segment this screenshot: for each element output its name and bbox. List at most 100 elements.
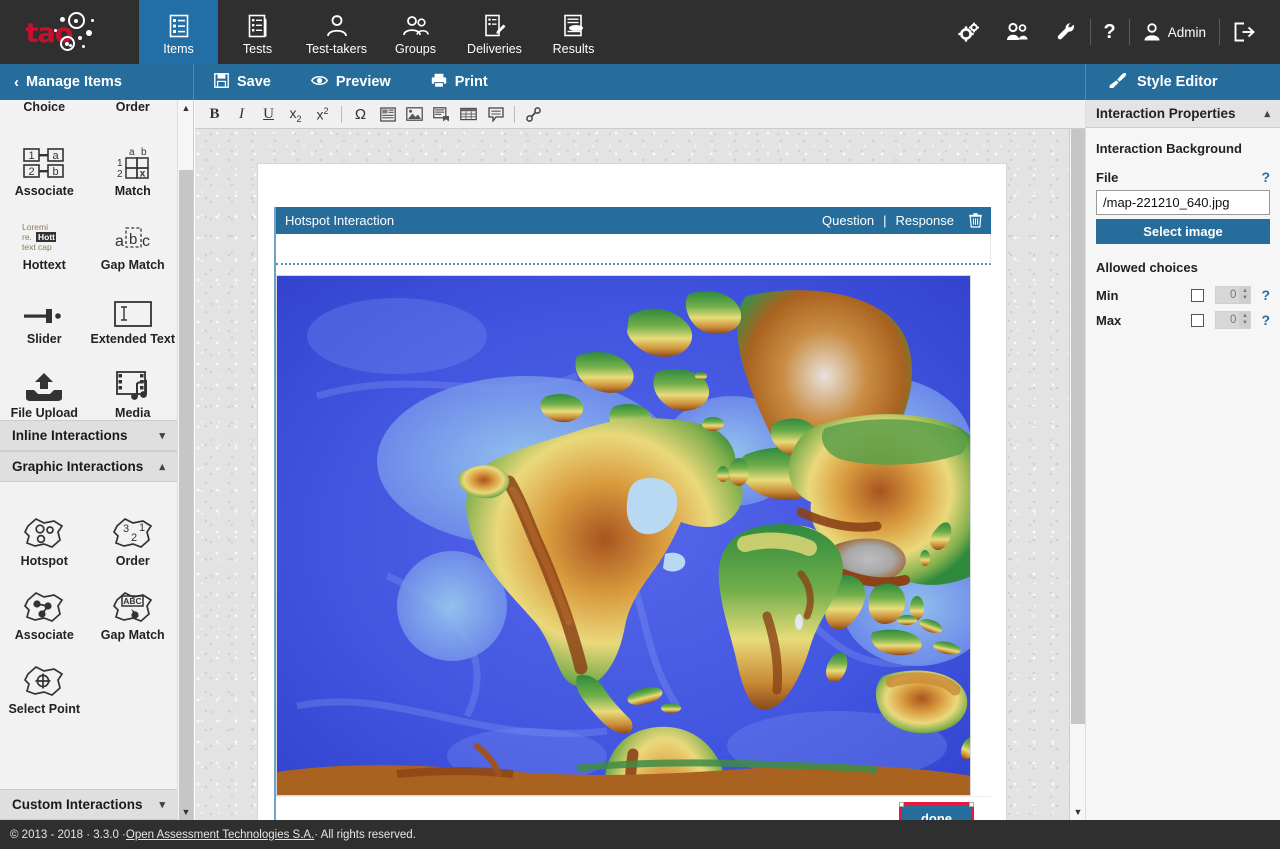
nav-tab-deliveries-label: Deliveries <box>467 42 522 56</box>
max-help-question-icon[interactable]: ? <box>1261 312 1270 328</box>
interaction-prompt-area[interactable] <box>276 234 991 265</box>
print-button[interactable]: Print <box>411 64 508 100</box>
max-checkbox[interactable] <box>1191 314 1204 327</box>
special-character-button[interactable]: Ω <box>347 102 374 126</box>
style-editor-button[interactable]: Style Editor <box>1085 64 1280 100</box>
svg-text:re.: re. <box>22 232 32 242</box>
tests-list-icon <box>248 13 268 39</box>
max-stepper-arrows[interactable]: ▲▼ <box>1239 312 1250 328</box>
library-item-graphic-gap-match[interactable]: ABC Gap Match <box>89 568 178 642</box>
min-stepper[interactable]: 0 ▲▼ <box>1215 286 1252 304</box>
save-button[interactable]: Save <box>194 64 291 100</box>
user-menu[interactable]: Admin <box>1130 0 1219 64</box>
help-question-icon[interactable]: ? <box>1091 0 1129 64</box>
canvas-scrollbar-thumb[interactable] <box>1071 129 1085 724</box>
nav-tab-items-label: Items <box>163 42 194 56</box>
library-item-graphic-gap-match-label: Gap Match <box>101 628 165 642</box>
sidebar-section-inline-interactions[interactable]: Inline Interactions ▾ <box>0 420 177 451</box>
image-icon[interactable] <box>401 102 428 126</box>
media-icon[interactable] <box>428 102 455 126</box>
user-name-label: Admin <box>1168 25 1206 40</box>
table-icon[interactable] <box>455 102 482 126</box>
sidebar-scrollbar-thumb[interactable] <box>179 170 193 820</box>
eye-icon <box>311 74 328 91</box>
user-roles-icon[interactable] <box>993 0 1043 64</box>
library-item-graphic-hotspot[interactable]: Hotspot <box>0 494 89 568</box>
preview-button[interactable]: Preview <box>291 64 411 100</box>
back-to-manage-items-button[interactable]: ‹ Manage Items <box>0 64 194 100</box>
page-footer: © 2013 - 2018 · 3.3.0 · Open Assessment … <box>0 820 1280 849</box>
min-checkbox[interactable] <box>1191 289 1204 302</box>
library-item-associate[interactable]: 1a2b Associate <box>0 124 89 198</box>
chevron-up-icon: ▴ <box>159 460 165 473</box>
scroll-up-arrow-icon[interactable]: ▲ <box>178 100 194 116</box>
interaction-properties-header[interactable]: Interaction Properties ▴ <box>1086 100 1280 128</box>
select-image-button[interactable]: Select image <box>1096 219 1270 244</box>
hotspot-interaction-block[interactable]: Hotspot Interaction Question | Response <box>274 207 991 820</box>
wrench-icon[interactable] <box>1043 0 1090 64</box>
library-item-graphic-associate-label: Associate <box>15 628 74 642</box>
nav-tab-results[interactable]: Results <box>534 0 613 64</box>
library-item-associate-label: Associate <box>15 184 74 198</box>
min-stepper-arrows[interactable]: ▲▼ <box>1239 287 1250 303</box>
view-question-link[interactable]: Question <box>822 213 874 228</box>
min-help-question-icon[interactable]: ? <box>1261 287 1270 303</box>
interaction-properties-title: Interaction Properties <box>1096 106 1236 121</box>
nav-tab-groups[interactable]: Groups <box>376 0 455 64</box>
library-item-slider[interactable]: Slider <box>0 272 89 346</box>
settings-gears-icon[interactable] <box>945 0 993 64</box>
library-item-graphic-associate[interactable]: Associate <box>0 568 89 642</box>
scroll-down-arrow-icon[interactable]: ▼ <box>178 804 194 820</box>
file-input[interactable]: /map-221210_640.jpg <box>1096 190 1270 215</box>
library-item-hottext[interactable]: Loremire.Hotttext cap Hottext <box>0 198 89 272</box>
nav-tab-test-takers[interactable]: Test-takers <box>297 0 376 64</box>
italic-button[interactable]: I <box>228 102 255 126</box>
library-item-media[interactable]: Media <box>89 346 178 420</box>
bold-button[interactable]: B <box>201 102 228 126</box>
math-icon[interactable] <box>374 102 401 126</box>
sidebar-section-graphic-interactions[interactable]: Graphic Interactions ▴ <box>0 451 177 482</box>
superscript-button[interactable]: x2 <box>309 102 336 126</box>
trash-icon[interactable] <box>969 213 982 228</box>
chevron-down-icon: ▾ <box>159 798 165 811</box>
subscript-button[interactable]: x2 <box>282 102 309 126</box>
max-stepper[interactable]: 0 ▲▼ <box>1215 311 1252 329</box>
canvas-scrollbar[interactable]: ▼ <box>1069 129 1085 820</box>
selection-handle-tr[interactable] <box>969 802 974 807</box>
view-response-link[interactable]: Response <box>895 213 954 228</box>
selection-handle-tl[interactable] <box>899 802 904 807</box>
library-item-file-upload[interactable]: File Upload <box>0 346 89 420</box>
library-item-order[interactable]: Order <box>89 100 178 124</box>
nav-tab-items[interactable]: Items <box>139 0 218 64</box>
library-item-extended-text[interactable]: Extended Text <box>89 272 178 346</box>
logout-icon[interactable] <box>1220 0 1268 64</box>
toolbar-separator-2 <box>514 106 515 123</box>
toolbar-separator-1 <box>341 106 342 123</box>
company-link[interactable]: Open Assessment Technologies S.A. <box>126 829 314 841</box>
interaction-body <box>276 265 991 796</box>
library-item-choice[interactable]: Choice <box>0 100 89 124</box>
library-item-graphic-order[interactable]: 321 Order <box>89 494 178 568</box>
tao-logo[interactable]: tao <box>0 0 139 64</box>
done-button[interactable]: done <box>902 805 971 820</box>
library-item-match[interactable]: ab12x Match <box>89 124 178 198</box>
help-question-icon[interactable]: ? <box>1261 169 1270 185</box>
sidebar-scrollbar[interactable]: ▲ ▼ <box>178 100 194 820</box>
hotspot-background-image[interactable] <box>276 275 971 796</box>
svg-text:2: 2 <box>117 169 123 180</box>
main-nav-tabs: Items Tests Test-takers Groups Deliverie… <box>139 0 613 64</box>
library-item-gap-match[interactable]: abc Gap Match <box>89 198 178 272</box>
underline-button[interactable]: U <box>255 102 282 126</box>
svg-text:a: a <box>115 233 124 250</box>
link-icon[interactable] <box>520 102 547 126</box>
canvas-scroll-down-arrow-icon[interactable]: ▼ <box>1070 804 1086 820</box>
select-image-button-label: Select image <box>1143 224 1223 239</box>
nav-tab-deliveries[interactable]: Deliveries <box>455 0 534 64</box>
properties-panel-body: Interaction Background File ? /map-22121… <box>1086 128 1280 329</box>
sidebar-section-custom-interactions[interactable]: Custom Interactions ▾ <box>0 789 177 820</box>
logo-dot-4 <box>54 29 57 32</box>
library-item-hottext-label: Hottext <box>23 258 66 272</box>
comment-icon[interactable] <box>482 102 509 126</box>
library-item-graphic-select-point[interactable]: Select Point <box>0 642 89 716</box>
nav-tab-tests[interactable]: Tests <box>218 0 297 64</box>
